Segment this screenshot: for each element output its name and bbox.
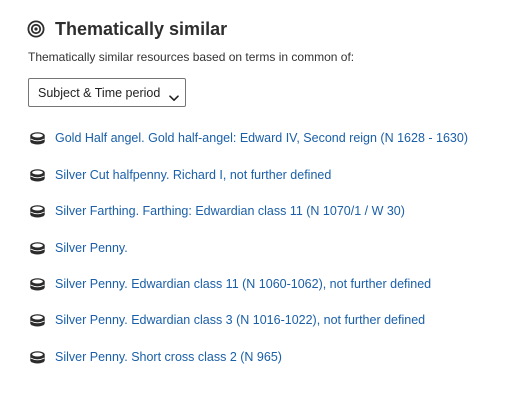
terms-filter-selected-value: Subject & Time period: [38, 85, 161, 100]
list-item: Silver Penny. Short cross class 2 (N 965…: [29, 348, 282, 366]
result-link[interactable]: Silver Penny.: [55, 241, 128, 255]
list-item: Silver Penny. Edwardian class 3 (N 1016-…: [29, 311, 425, 329]
coin-stack-icon: [29, 241, 46, 256]
result-link[interactable]: Gold Half angel. Gold half-angel: Edward…: [55, 131, 468, 145]
section-header: Thematically similar: [27, 16, 227, 42]
list-item: Silver Penny. Edwardian class 11 (N 1060…: [29, 275, 431, 293]
result-link[interactable]: Silver Penny. Edwardian class 11 (N 1060…: [55, 277, 431, 291]
coin-stack-icon: [29, 313, 46, 328]
result-link[interactable]: Silver Penny. Short cross class 2 (N 965…: [55, 350, 282, 364]
thematically-similar-panel: Thematically similar Thematically simila…: [0, 0, 511, 408]
coin-stack-icon: [29, 204, 46, 219]
list-item: Silver Cut halfpenny. Richard I, not fur…: [29, 166, 331, 184]
section-title: Thematically similar: [55, 18, 228, 39]
target-icon: [27, 20, 45, 38]
coin-stack-icon: [29, 168, 46, 183]
list-item: Silver Penny.: [29, 239, 128, 257]
section-subtitle: Thematically similar resources based on …: [28, 50, 355, 64]
result-link[interactable]: Silver Cut halfpenny. Richard I, not fur…: [55, 168, 331, 182]
terms-filter-select[interactable]: Subject & Time period: [28, 78, 186, 107]
coin-stack-icon: [29, 131, 46, 146]
coin-stack-icon: [29, 277, 46, 292]
list-item: Silver Farthing. Farthing: Edwardian cla…: [29, 202, 405, 220]
list-item: Gold Half angel. Gold half-angel: Edward…: [29, 129, 468, 147]
result-link[interactable]: Silver Penny. Edwardian class 3 (N 1016-…: [55, 313, 425, 327]
coin-stack-icon: [29, 350, 46, 365]
chevron-down-icon: [169, 89, 179, 101]
result-link[interactable]: Silver Farthing. Farthing: Edwardian cla…: [55, 204, 405, 218]
